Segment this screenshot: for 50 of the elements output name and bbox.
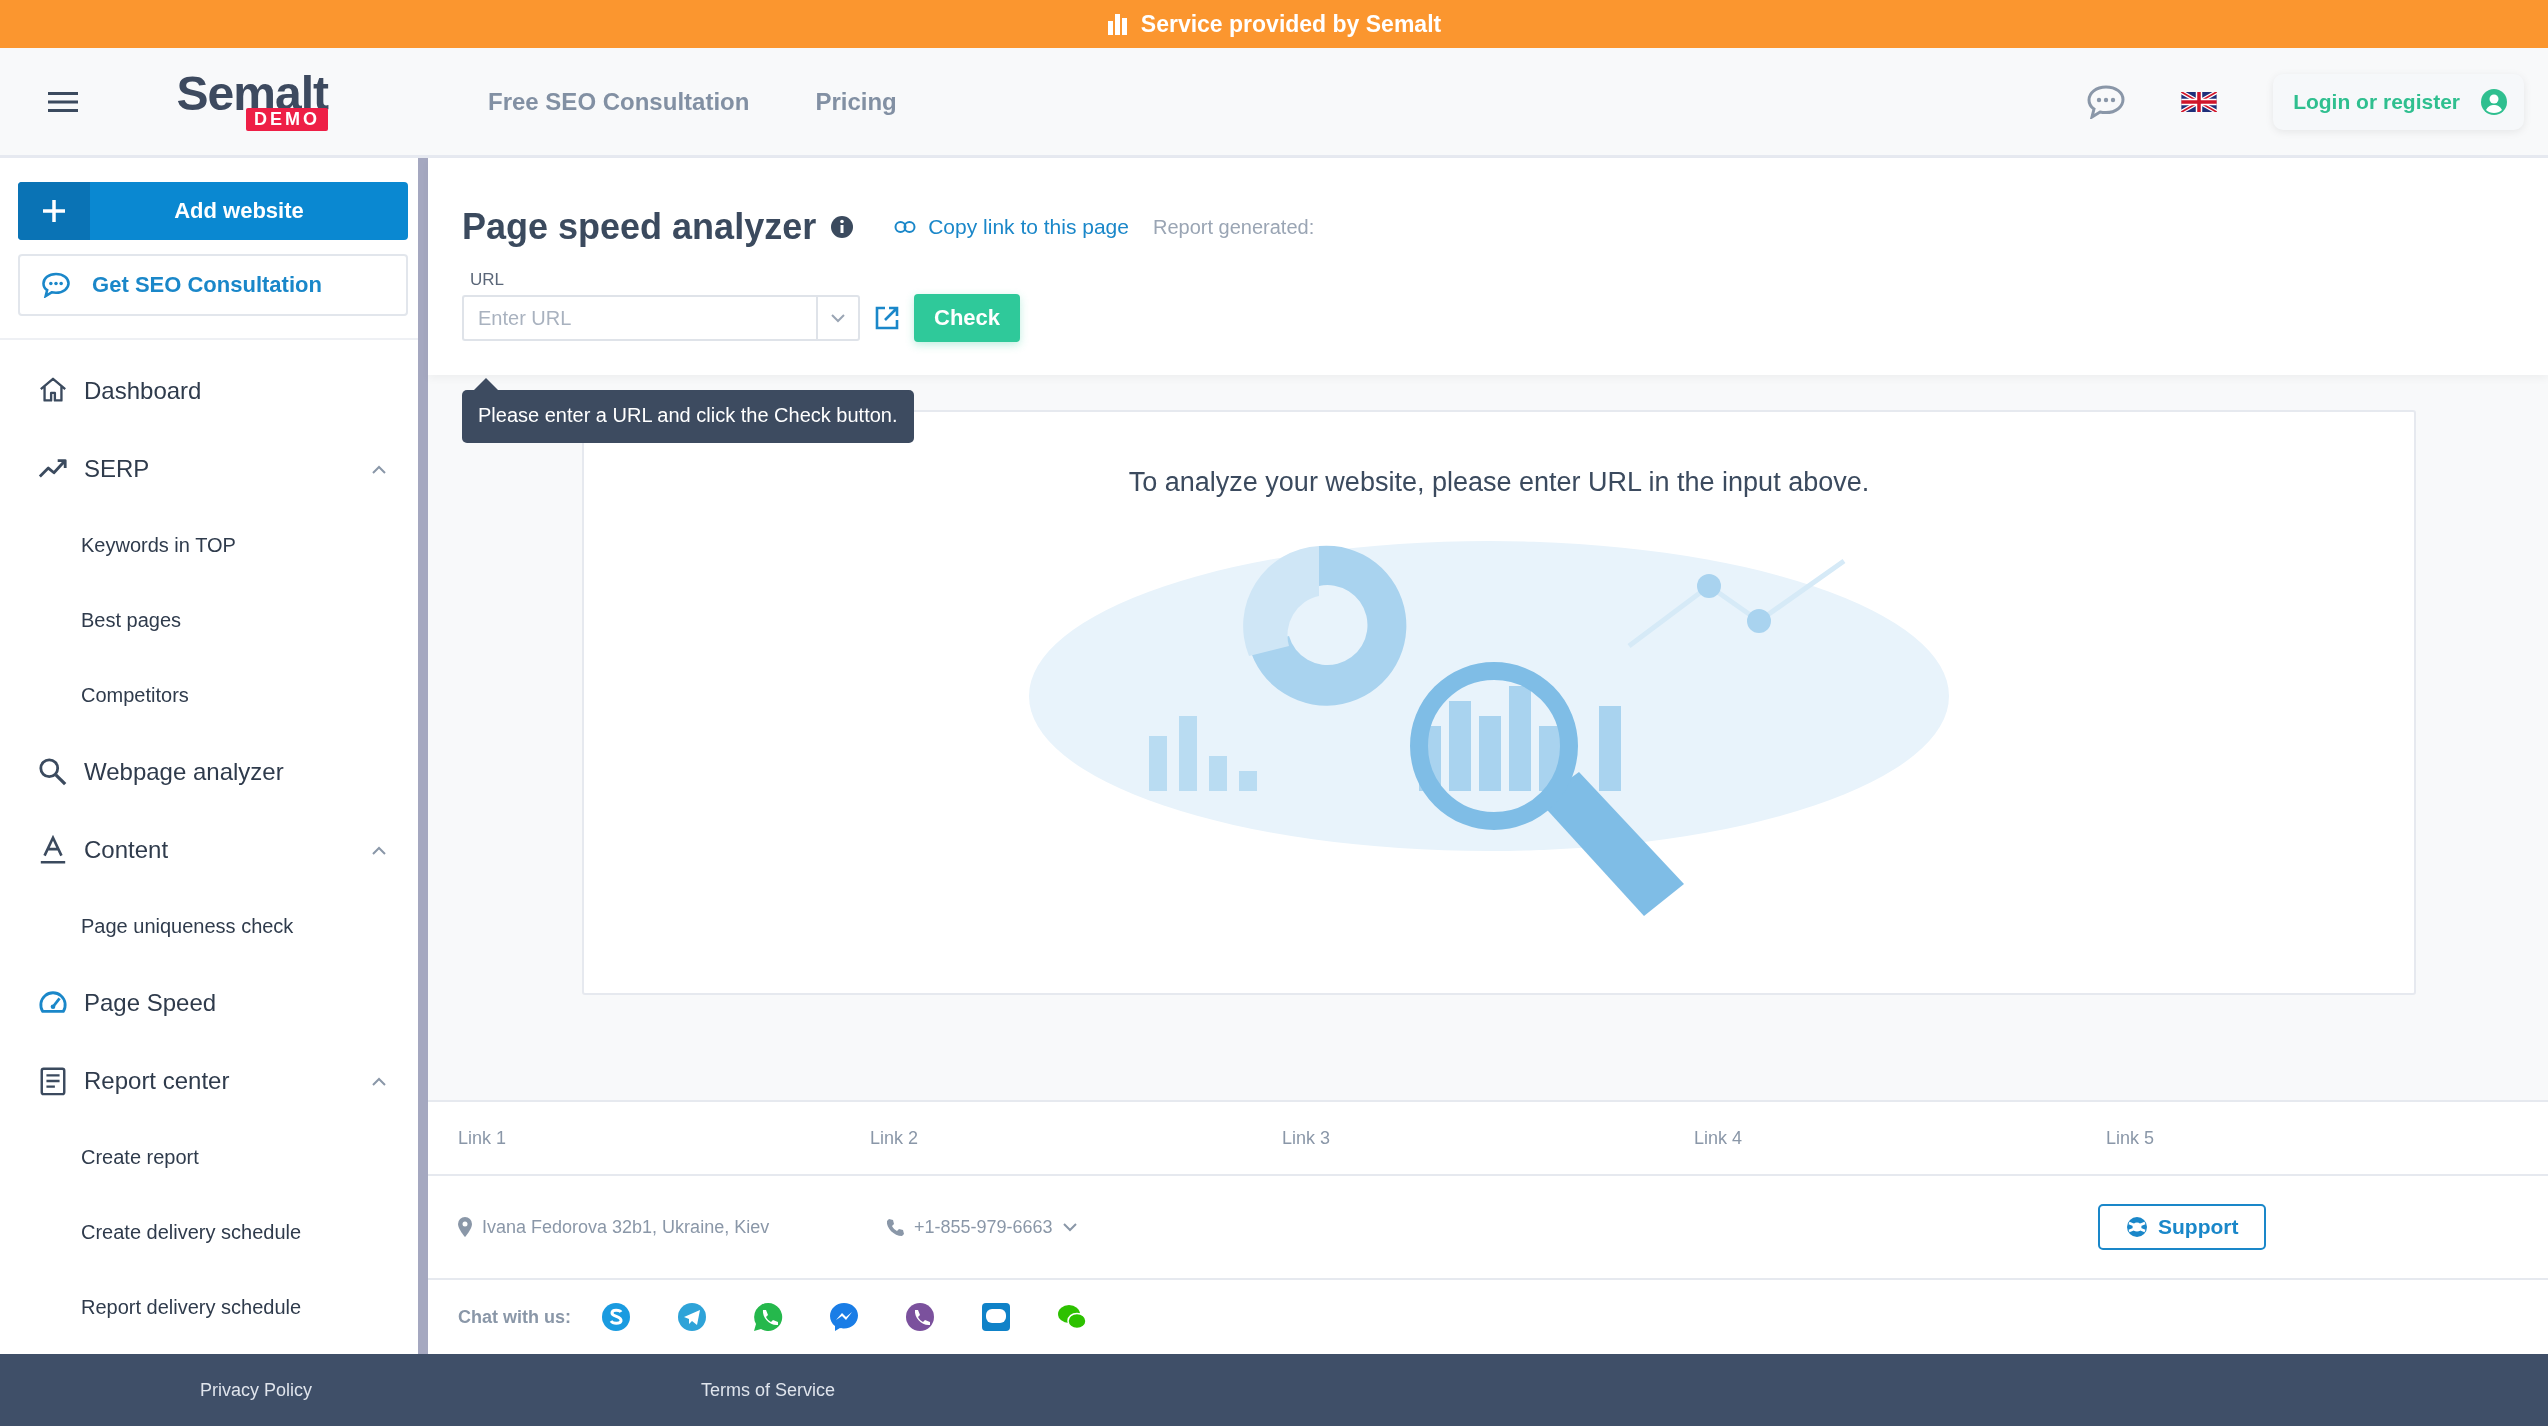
sidebar-item[interactable]: Page Speed <box>0 964 418 1042</box>
address-text: Ivana Fedorova 32b1, Ukraine, Kiev <box>458 1216 886 1238</box>
link-icon <box>894 220 917 234</box>
sidebar-subitem[interactable]: Competitors <box>0 658 418 733</box>
chevron-down-icon <box>831 313 845 323</box>
sidebar-subitem[interactable]: Best pages <box>0 583 418 658</box>
flag-icon[interactable] <box>2181 91 2218 112</box>
sidebar-subitem[interactable]: Keywords in TOP <box>0 508 418 583</box>
chat-bubble-icon[interactable] <box>2087 84 2126 119</box>
tooltip-pointer <box>474 378 498 390</box>
phone-icon <box>886 1218 904 1236</box>
user-icon <box>2480 87 2508 116</box>
chat-square-icon[interactable] <box>981 1302 1011 1332</box>
sidebar-item[interactable]: Webpage analyzer <box>0 733 418 811</box>
tooltip: Please enter a URL and click the Check button. <box>462 390 914 443</box>
url-field[interactable]: Enter URL <box>462 295 816 341</box>
sidebar-subitem[interactable]: Create delivery schedule <box>0 1195 418 1270</box>
sidebar-subitem[interactable]: Page uniqueness check <box>0 889 418 964</box>
empty-state-message: To analyze your website, please enter URL in the input above. <box>1128 467 1870 498</box>
support-button[interactable]: Support <box>2098 1204 2267 1250</box>
url-label: URL <box>470 270 505 290</box>
sidebar-item[interactable]: Content <box>0 811 418 889</box>
report-generated-label: Report generated: <box>1153 215 1315 239</box>
chat-label: Chat with us: <box>458 1306 571 1328</box>
add-website-button[interactable]: Add website <box>18 182 408 240</box>
chat-bubble-icon <box>42 272 70 298</box>
footer-link[interactable]: Privacy Policy <box>0 1379 512 1401</box>
external-link-icon[interactable] <box>874 305 900 331</box>
footer-link[interactable]: Terms of Service <box>512 1379 1024 1401</box>
lightning-bubble-icon[interactable] <box>829 1302 859 1332</box>
plus-icon <box>41 198 67 224</box>
sidebar-subitem[interactable]: Report delivery schedule <box>0 1270 418 1345</box>
phone-bubble-icon[interactable] <box>753 1302 783 1332</box>
sidebar-item[interactable]: Report center <box>0 1042 418 1120</box>
chevron-down-icon <box>1062 1222 1077 1232</box>
s-letter-icon[interactable] <box>601 1302 631 1332</box>
sidebar-item[interactable]: Dashboard <box>0 352 418 430</box>
copy-link[interactable]: Copy link to this page <box>894 215 1129 239</box>
menu-icon[interactable] <box>48 90 78 113</box>
sidebar-subitem[interactable]: Create report <box>0 1120 418 1195</box>
map-pin-icon <box>458 1217 472 1237</box>
phone-circle-icon[interactable] <box>905 1302 935 1332</box>
lifebuoy-icon <box>2126 1216 2148 1238</box>
page-title: Page speed analyzer <box>462 206 817 248</box>
banner-text: Service provided by Semalt <box>1140 10 1442 38</box>
info-icon[interactable] <box>830 215 855 239</box>
consultation-button[interactable]: Get SEO Consultation <box>18 254 408 316</box>
paper-plane-icon[interactable] <box>677 1302 707 1332</box>
bar-chart-icon <box>1106 13 1129 35</box>
sidebar-item[interactable]: SERP <box>0 430 418 508</box>
